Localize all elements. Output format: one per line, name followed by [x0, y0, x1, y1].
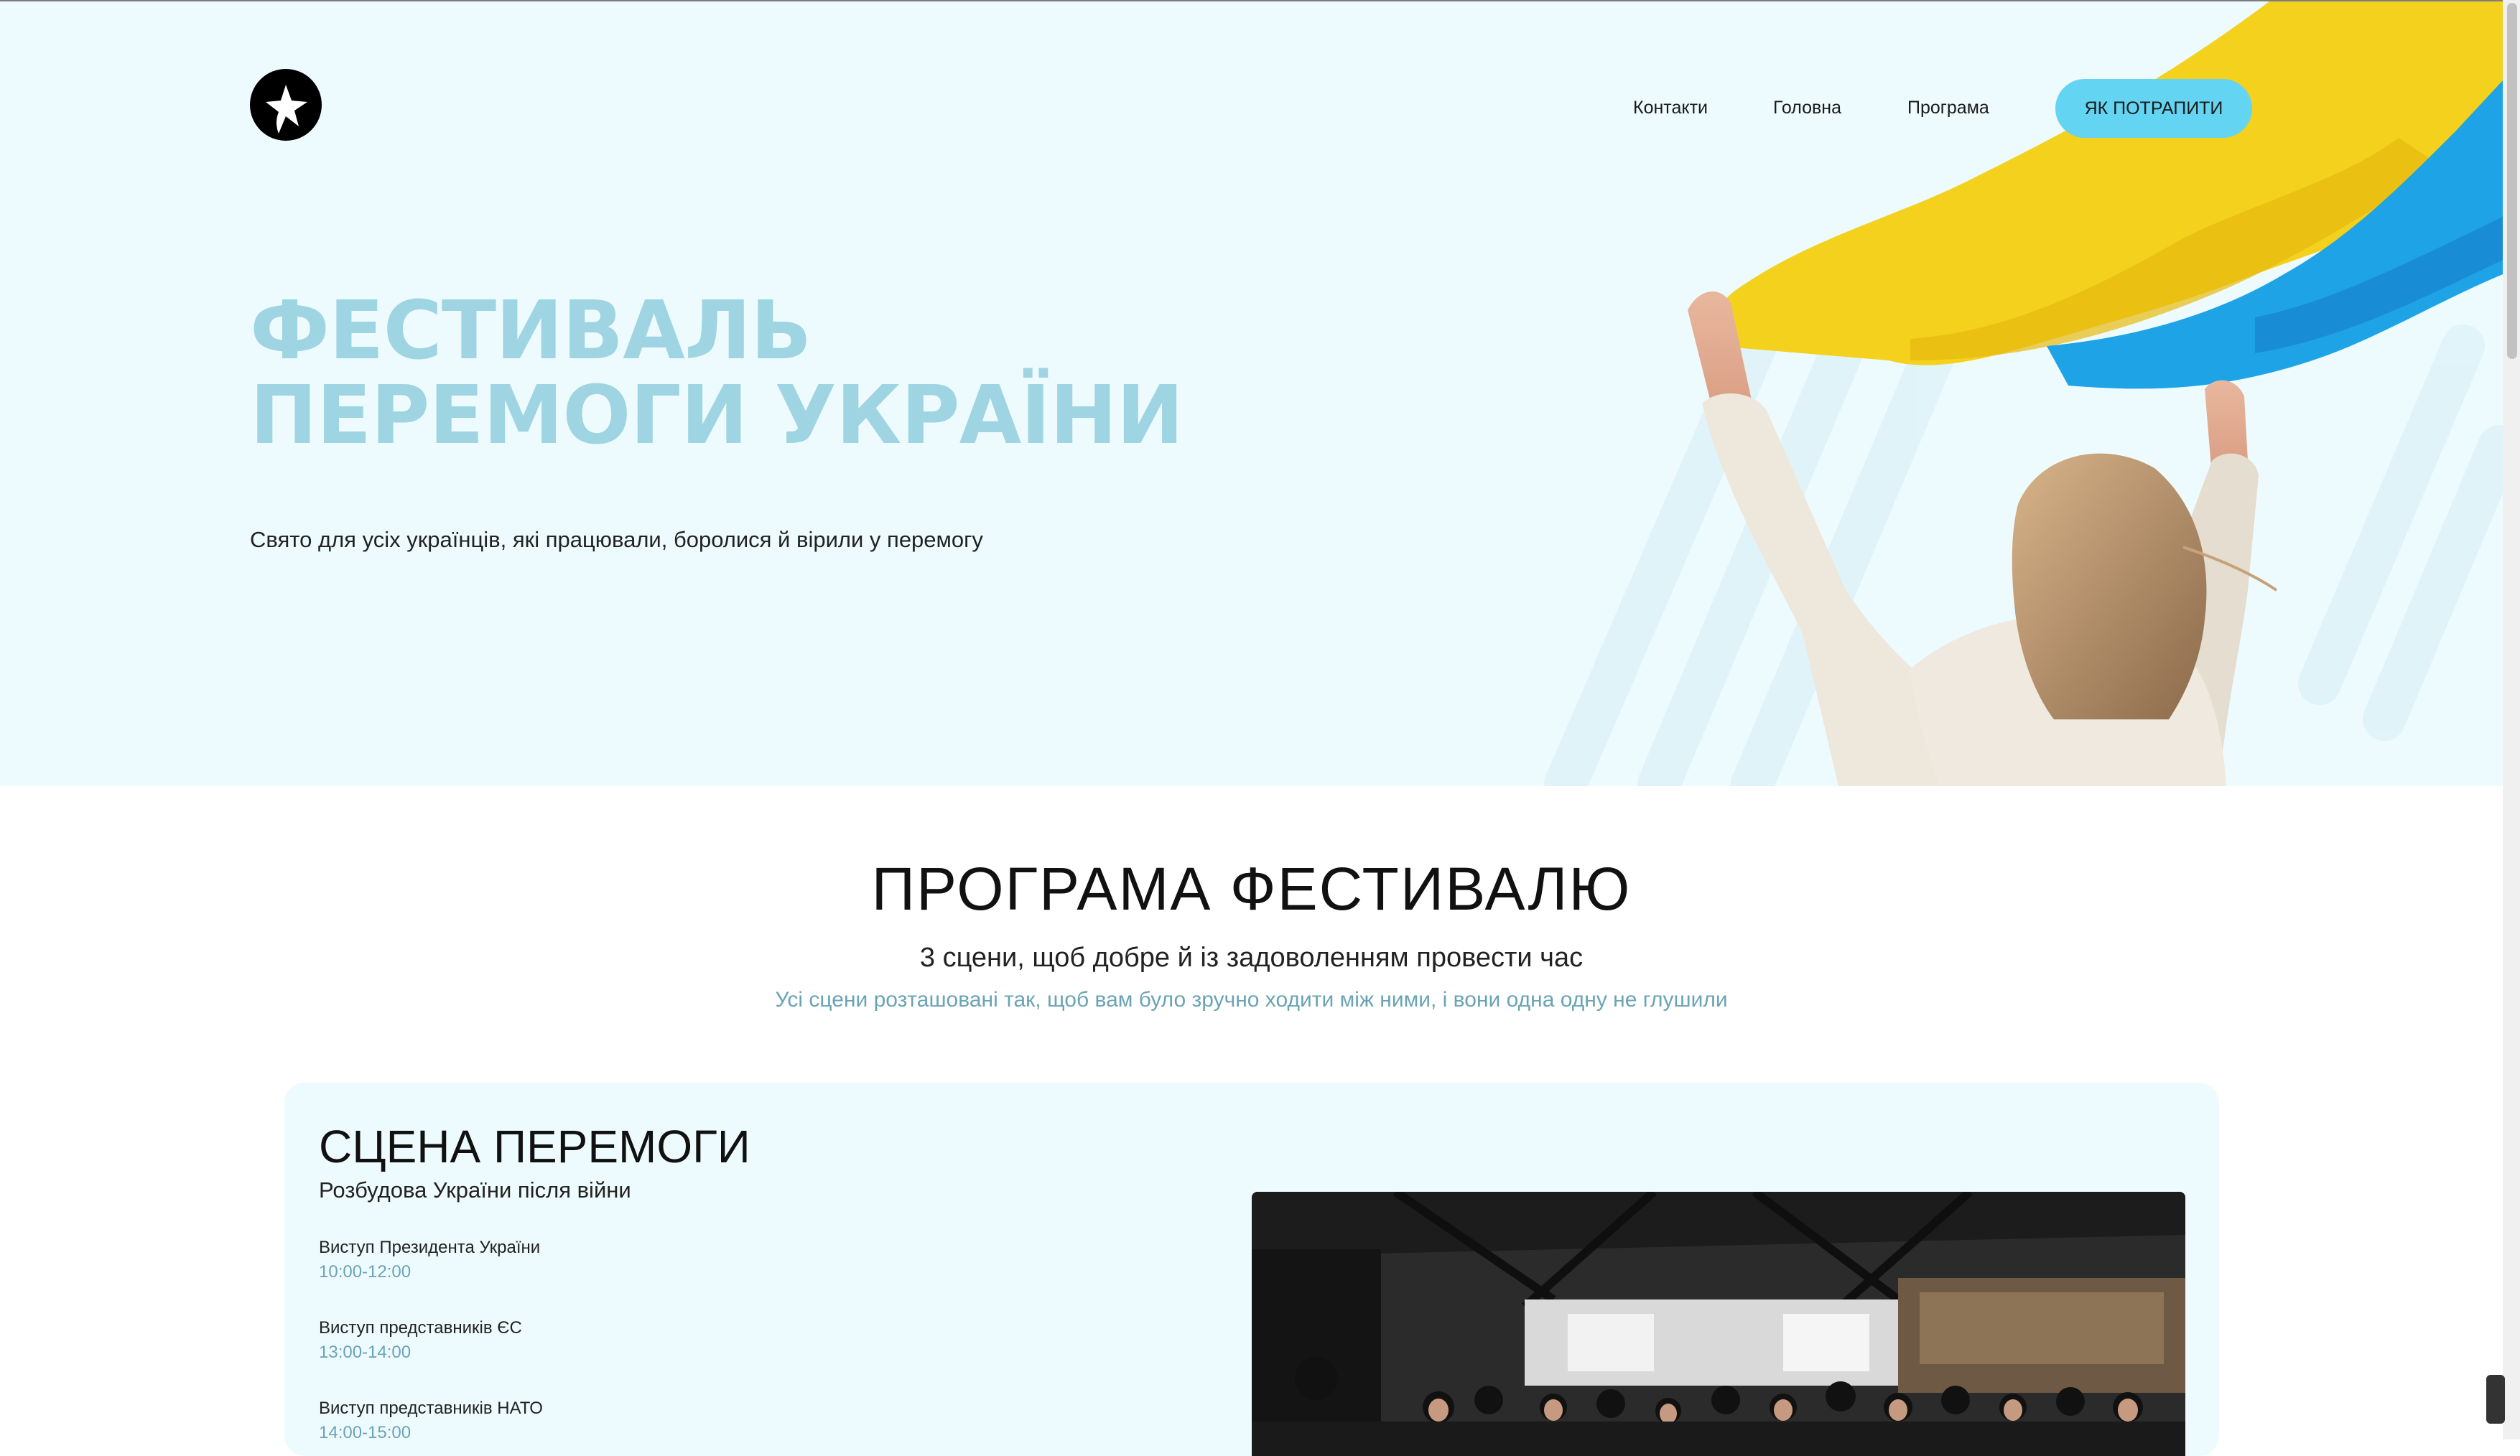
event-time: 13:00-14:00 — [319, 1343, 412, 1362]
nav-link-contacts[interactable]: Контакти — [1633, 98, 1708, 118]
event-name: Виступ представників ЄС — [319, 1318, 522, 1338]
list-item: Виступ представників НАТО 14:00-15:00 — [319, 1399, 543, 1443]
hero-title: ФЕСТИВАЛЬ ПЕРЕМОГИ УКРАЇНИ — [250, 284, 1184, 462]
hero-title-line1: ФЕСТИВАЛЬ — [250, 284, 812, 378]
event-time: 14:00-15:00 — [319, 1423, 412, 1442]
scrollbar-thumb[interactable] — [2507, 3, 2517, 359]
logo-star-icon[interactable] — [250, 69, 322, 141]
nav-link-home[interactable]: Головна — [1773, 98, 1841, 118]
hero-subtitle: Свято для усіх українців, які працювали,… — [250, 527, 983, 552]
program-title: ПРОГРАМА ФЕСТИВАЛЮ — [871, 855, 1632, 923]
stage-crowd-photo — [1252, 1192, 2185, 1456]
event-name: Виступ Президента України — [319, 1238, 541, 1257]
stage-subtitle: Розбудова України після війни — [319, 1177, 631, 1203]
stage-title: СЦЕНА ПЕРЕМОГИ — [319, 1121, 750, 1172]
nav-link-program[interactable]: Програма — [1907, 98, 1989, 118]
hero-title-line2: ПЕРЕМОГИ УКРАЇНИ — [250, 369, 1184, 462]
list-item: Виступ Президента України 10:00-12:00 — [319, 1238, 540, 1282]
top-navigation: Контакти Головна Програма ЯК ПОТРАПИТИ — [1580, 79, 2255, 139]
how-to-get-button[interactable]: ЯК ПОТРАПИТИ — [2055, 79, 2252, 138]
event-name: Виступ представників НАТО — [319, 1399, 543, 1418]
page-scrollbar[interactable] — [2503, 0, 2520, 1439]
program-subtitle: 3 сцени, щоб добре й із задоволенням про… — [919, 943, 1584, 973]
floating-side-button[interactable] — [2486, 1375, 2505, 1424]
list-item: Виступ представників ЄС 13:00-14:00 — [319, 1318, 522, 1363]
program-description: Усі сцени розташовані так, щоб вам було … — [775, 988, 1728, 1012]
stage-card: СЦЕНА ПЕРЕМОГИ Розбудова України після в… — [284, 1083, 2219, 1456]
event-time: 10:00-12:00 — [319, 1262, 412, 1282]
hero-section: Контакти Головна Програма ЯК ПОТРАПИТИ Ф… — [0, 1, 2503, 786]
